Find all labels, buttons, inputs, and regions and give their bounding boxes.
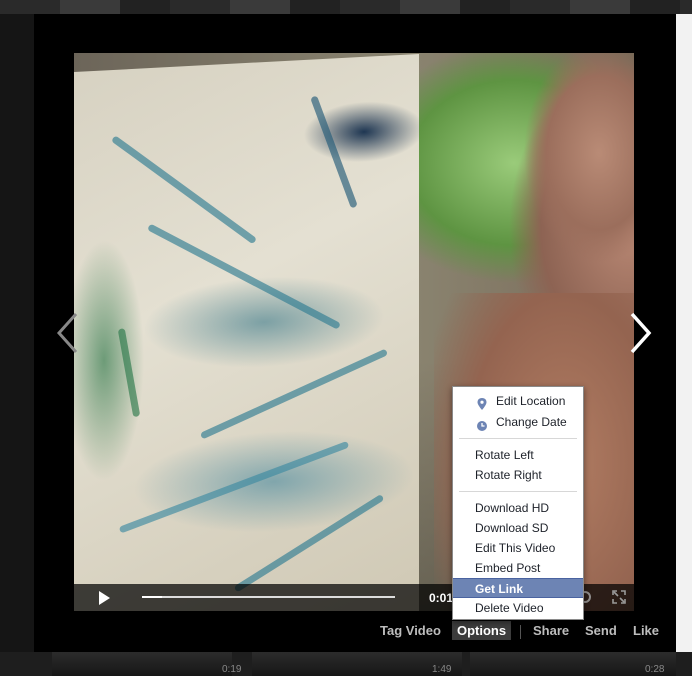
menu-item-label: Change Date [496,415,567,429]
thumbnail-duration: 0:28 [645,664,665,675]
options-button[interactable]: Options [452,621,512,640]
menu-item-get-link[interactable]: Get Link [453,578,583,598]
video-scrubber[interactable] [142,596,395,598]
video-action-bar: Tag Video Options Share Send Like [34,620,676,646]
menu-item-delete-video[interactable]: Delete Video [453,598,583,618]
tag-video-button[interactable]: Tag Video [380,623,441,638]
clock-icon [477,417,487,431]
share-button[interactable]: Share [533,623,569,638]
background-top-strip [0,0,692,14]
menu-item-change-date[interactable]: Change Date [453,412,583,432]
play-icon[interactable] [96,590,112,606]
location-pin-icon [477,396,487,410]
thumbnail-duration: 0:19 [222,664,242,675]
background-video-thumbnail[interactable] [52,652,232,676]
menu-item-edit-location[interactable]: Edit Location [453,391,583,411]
fullscreen-icon[interactable] [612,590,626,604]
menu-item-rotate-right[interactable]: Rotate Right [453,465,583,485]
send-button[interactable]: Send [585,623,617,638]
options-menu: Edit Location Change Date Rotate Left Ro… [452,386,584,620]
video-content-person [504,53,634,273]
menu-item-rotate-left[interactable]: Rotate Left [453,445,583,465]
chevron-left-icon[interactable] [54,311,82,355]
video-timecode: 0:01 [429,591,454,605]
menu-item-edit-this-video[interactable]: Edit This Video [453,538,583,558]
background-page-edge [676,14,692,652]
menu-divider [459,491,577,492]
menu-divider [459,438,577,439]
video-content-painting [74,53,419,611]
menu-item-download-hd[interactable]: Download HD [453,498,583,518]
menu-item-label: Edit Location [496,394,566,408]
menu-item-download-sd[interactable]: Download SD [453,518,583,538]
like-button[interactable]: Like [633,623,659,638]
chevron-right-icon[interactable] [626,311,654,355]
background-video-thumbnail[interactable] [252,652,462,676]
menu-item-embed-post[interactable]: Embed Post [453,558,583,578]
action-divider [520,625,521,639]
thumbnail-duration: 1:49 [432,664,452,675]
scrubber-progress [142,596,163,598]
